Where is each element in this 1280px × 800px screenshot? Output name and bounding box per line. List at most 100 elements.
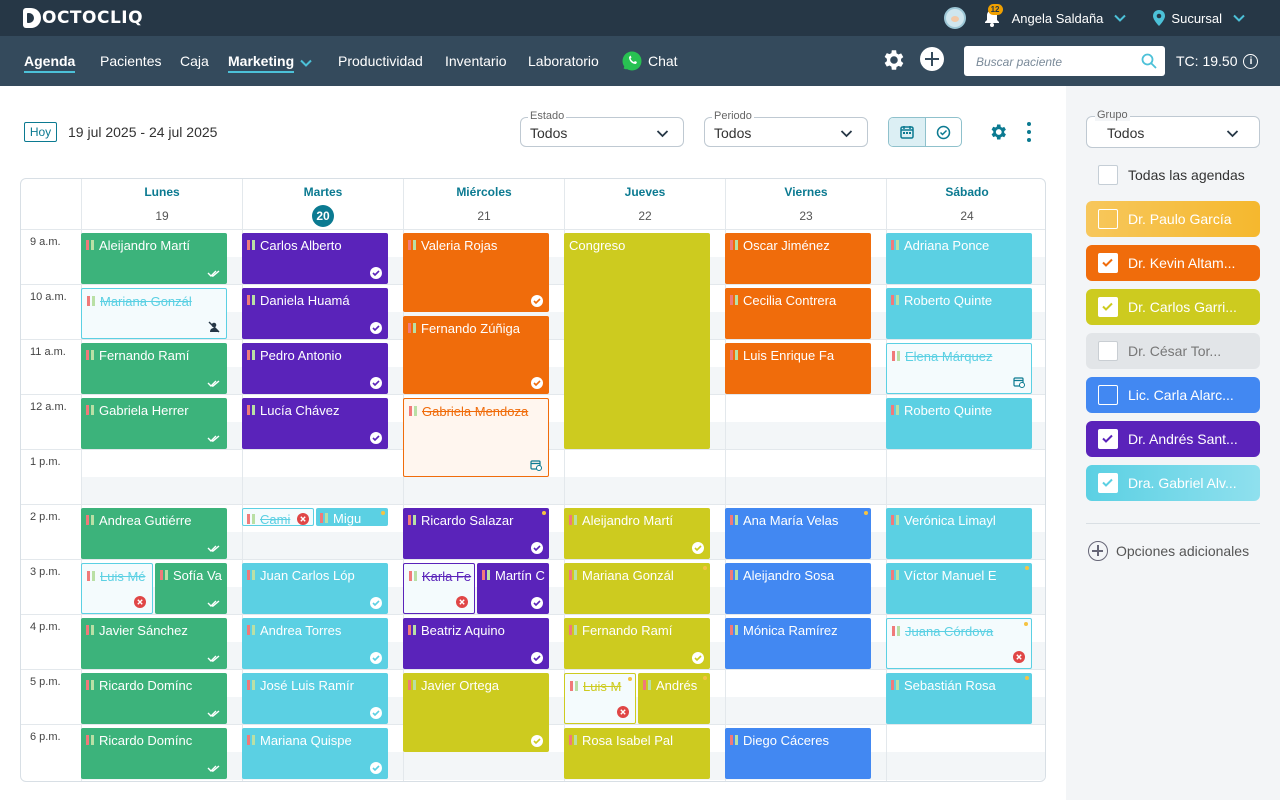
appointment-card[interactable]: Ricardo Salazar	[403, 508, 549, 559]
agenda-filter-item[interactable]: Dr. Andrés Sant...	[1086, 421, 1260, 457]
appointment-card[interactable]: Ricardo Domínc	[81, 728, 227, 779]
agenda-filter-item[interactable]: Lic. Carla Alarc...	[1086, 377, 1260, 413]
appointment-card[interactable]: Fernando Ramí	[81, 343, 227, 394]
day-header[interactable]: Viernes 23	[725, 179, 886, 229]
appointment-card[interactable]: Juan Carlos Lóp	[242, 563, 388, 614]
confirmed-icon[interactable]	[531, 652, 543, 664]
appointment-card[interactable]: Carlos Alberto	[242, 233, 388, 284]
marketing-chevron-icon[interactable]	[299, 56, 313, 70]
confirmed-icon[interactable]	[531, 734, 543, 747]
appointment-card[interactable]: Andrea Torres	[242, 618, 388, 669]
nav-productividad[interactable]: Productividad	[338, 53, 423, 69]
confirmed-icon[interactable]	[531, 377, 543, 389]
appointment-card[interactable]: Ana María Velas	[725, 508, 871, 559]
whatsapp-icon[interactable]	[621, 50, 643, 72]
appointment-card[interactable]: Mariana Quispe	[242, 728, 388, 779]
more-options-link[interactable]: Opciones adicionales	[1088, 541, 1249, 561]
attended-icon[interactable]	[207, 377, 221, 389]
estado-select[interactable]: Estado Todos	[520, 110, 684, 147]
confirmed-icon[interactable]	[370, 707, 382, 719]
confirmed-icon[interactable]	[692, 652, 704, 664]
agenda-checkbox[interactable]	[1098, 385, 1118, 405]
appointment-card[interactable]: José Luis Ramír	[242, 673, 388, 724]
no-show-icon[interactable]	[208, 321, 220, 333]
appointment-card[interactable]: Mónica Ramírez	[725, 618, 871, 669]
appointment-card[interactable]: Valeria Rojas	[403, 233, 549, 312]
agenda-checkbox[interactable]	[1098, 297, 1118, 317]
app-logo[interactable]: OCTOCLIQ	[23, 7, 143, 29]
day-header[interactable]: Miércoles 21	[403, 179, 564, 229]
appointment-card[interactable]: Fernando Zúñiga	[403, 315, 549, 394]
confirmed-icon[interactable]	[370, 377, 382, 389]
appointment-card[interactable]: Oscar Jiménez	[725, 233, 871, 284]
confirmed-icon[interactable]	[370, 322, 382, 334]
appointment-card[interactable]: Daniela Huamá	[242, 288, 388, 339]
appointment-card[interactable]: Cecilia Contrera	[725, 288, 871, 339]
appointment-card[interactable]: Juana Córdova	[886, 618, 1032, 669]
list-view-button[interactable]	[926, 118, 962, 146]
confirmed-icon[interactable]	[531, 597, 543, 609]
confirmed-icon[interactable]	[370, 432, 382, 444]
attended-icon[interactable]	[207, 652, 221, 664]
cancelled-icon[interactable]	[134, 596, 146, 608]
attended-icon[interactable]	[207, 762, 221, 774]
appointment-card[interactable]: Sebastián Rosa	[886, 673, 1032, 724]
appointment-card[interactable]: Aleijandro Martí	[564, 508, 710, 559]
attended-icon[interactable]	[207, 707, 221, 719]
confirmed-icon[interactable]	[370, 762, 382, 774]
more-options-icon[interactable]	[1027, 122, 1031, 142]
nav-agenda[interactable]: Agenda	[24, 53, 76, 73]
user-avatar[interactable]	[943, 7, 966, 29]
confirmed-icon[interactable]	[370, 652, 382, 664]
cancelled-icon[interactable]	[456, 596, 468, 608]
periodo-select[interactable]: Periodo Todos	[704, 110, 868, 147]
nav-laboratorio[interactable]: Laboratorio	[528, 53, 599, 69]
agenda-checkbox[interactable]	[1098, 253, 1118, 273]
agenda-settings-icon[interactable]	[988, 122, 1008, 142]
cancelled-icon[interactable]	[617, 706, 629, 718]
appointment-card[interactable]: Aleijandro Martí	[81, 233, 227, 284]
appointment-card[interactable]: Elena Márquez	[886, 343, 1032, 394]
add-appointment-button[interactable]	[920, 47, 944, 71]
appointment-card[interactable]: Congreso	[564, 233, 710, 449]
appointment-card[interactable]: Sofía Va	[155, 563, 227, 614]
branch-chevron-icon[interactable]	[1232, 11, 1246, 25]
appointment-card[interactable]: Mariana Gonzál	[564, 563, 710, 614]
appointment-card[interactable]: Víctor Manuel E	[886, 563, 1032, 614]
confirmed-icon[interactable]	[692, 542, 704, 554]
appointment-card[interactable]: Luis Mé	[81, 563, 153, 614]
notifications-bell-icon[interactable]: 12	[982, 4, 1003, 28]
day-header[interactable]: Lunes 19	[81, 179, 242, 229]
calendar-view-button[interactable]	[889, 118, 926, 146]
agenda-checkbox[interactable]	[1098, 429, 1118, 449]
appointment-card[interactable]: Ricardo Domínc	[81, 673, 227, 724]
rescheduled-icon[interactable]	[530, 459, 542, 471]
appointment-card[interactable]: Rosa Isabel Pal	[564, 728, 710, 779]
appointment-card[interactable]: Lucía Chávez	[242, 398, 388, 449]
agenda-filter-item[interactable]: Dr. Carlos Garri...	[1086, 289, 1260, 325]
nav-pacientes[interactable]: Pacientes	[100, 53, 161, 69]
nav-marketing[interactable]: Marketing	[228, 53, 295, 73]
agenda-filter-item[interactable]: Dra. Gabriel Alv...	[1086, 465, 1260, 501]
appointment-card[interactable]: Andrés	[638, 673, 710, 724]
day-header[interactable]: Sábado 24	[886, 179, 1045, 229]
attended-icon[interactable]	[207, 542, 221, 554]
appointment-card[interactable]: Mariana Gonzál	[81, 288, 227, 339]
appointment-card[interactable]: Fernando Ramí	[564, 618, 710, 669]
user-menu-chevron-icon[interactable]	[1113, 11, 1127, 25]
confirmed-icon[interactable]	[370, 267, 382, 279]
settings-gear-icon[interactable]	[880, 47, 906, 73]
appointment-card[interactable]: Roberto Quinte	[886, 398, 1032, 449]
confirmed-icon[interactable]	[370, 597, 382, 609]
confirmed-icon[interactable]	[531, 542, 543, 554]
search-icon[interactable]	[1141, 53, 1157, 69]
appointment-card[interactable]: Beatriz Aquino	[403, 618, 549, 669]
agenda-filter-item[interactable]: Dr. Kevin Altam...	[1086, 245, 1260, 281]
appointment-card[interactable]: Diego Cáceres	[725, 728, 871, 779]
user-name[interactable]: Angela Saldaña	[1012, 11, 1104, 26]
nav-caja[interactable]: Caja	[180, 53, 209, 69]
rescheduled-icon[interactable]	[1013, 376, 1025, 388]
appointment-card[interactable]: Migu	[316, 508, 388, 526]
day-header[interactable]: Jueves 22	[564, 179, 725, 229]
appointment-card[interactable]: Cami	[242, 508, 314, 526]
